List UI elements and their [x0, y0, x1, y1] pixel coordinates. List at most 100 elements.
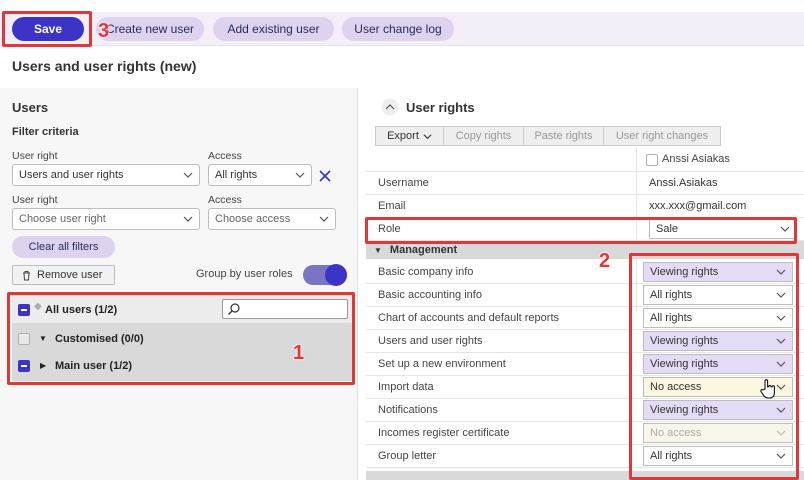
- user-select-checkbox[interactable]: [646, 154, 658, 166]
- chevron-down-icon: [780, 226, 790, 232]
- checkbox[interactable]: [18, 333, 30, 345]
- create-user-button[interactable]: Create new user: [96, 17, 204, 41]
- right-row: Basic company info Viewing rights: [366, 261, 804, 284]
- user-right-label-2: User right: [12, 194, 58, 206]
- chevron-down-icon: [295, 172, 305, 178]
- user-change-log-button[interactable]: User change log: [342, 17, 454, 41]
- chevron-down-icon: [776, 292, 786, 298]
- remove-user-button[interactable]: Remove user: [12, 265, 115, 285]
- right-value: Viewing rights: [650, 404, 719, 416]
- group-by-toggle[interactable]: [303, 264, 347, 286]
- chevron-down-icon: [776, 361, 786, 367]
- role-select[interactable]: Sale: [649, 219, 797, 239]
- chevron-down-icon: [183, 216, 193, 222]
- checkbox[interactable]: [18, 304, 30, 316]
- access-value: All rights: [215, 169, 258, 181]
- section-management[interactable]: ▼ Management: [366, 241, 804, 259]
- collapse-chevron-icon[interactable]: [381, 98, 399, 116]
- tree-dot-icon: ◆: [34, 301, 42, 312]
- access-select[interactable]: All rights: [208, 164, 312, 186]
- page-title: Users and user rights (new): [12, 58, 197, 74]
- field-value: Anssi.Asiakas: [649, 177, 718, 189]
- annotation-2: 2: [599, 250, 611, 272]
- tab-copy-rights[interactable]: Copy rights: [444, 127, 524, 145]
- user-right-label: User right: [12, 150, 58, 162]
- annotation-1: 1: [293, 342, 305, 364]
- collapse-icon[interactable]: ▼: [39, 334, 47, 343]
- right-select[interactable]: Viewing rights: [643, 331, 793, 351]
- right-row: Group letter All rights: [366, 445, 804, 468]
- chevron-down-icon: [776, 384, 786, 390]
- access-label-2: Access: [208, 194, 242, 206]
- chevron-down-icon: [776, 338, 786, 344]
- user-right-placeholder: Choose user right: [19, 213, 106, 225]
- search-icon: [228, 303, 240, 315]
- right-row: Incomes register certificate No access: [366, 422, 804, 445]
- right-value: No access: [650, 381, 702, 393]
- section-label: Management: [389, 244, 458, 256]
- right-value: All rights: [650, 312, 693, 324]
- role-value: Sale: [656, 223, 679, 235]
- clear-all-filters-button[interactable]: Clear all filters: [12, 236, 115, 258]
- right-select[interactable]: Viewing rights: [643, 400, 793, 420]
- right-select[interactable]: No access: [643, 423, 793, 443]
- chevron-down-icon: [776, 453, 786, 459]
- tree-label: All users (1/2): [45, 303, 118, 316]
- chevron-down-icon: [319, 216, 329, 222]
- clear-filter-icon[interactable]: [318, 169, 332, 183]
- tree-row-all-users[interactable]: ◆ All users (1/2): [12, 296, 352, 323]
- right-row: Chart of accounts and default reports Al…: [366, 307, 804, 330]
- right-select[interactable]: Viewing rights: [643, 262, 793, 282]
- expand-icon[interactable]: ▶: [40, 361, 46, 370]
- right-row: Basic accounting info All rights: [366, 284, 804, 307]
- right-key: Group letter: [378, 450, 437, 462]
- right-select[interactable]: All rights: [643, 308, 793, 328]
- next-section-bar: [366, 471, 804, 480]
- tab-export[interactable]: Export: [376, 127, 444, 145]
- right-value: All rights: [650, 450, 693, 462]
- access-select-2[interactable]: Choose access: [208, 208, 336, 230]
- tab-user-right-changes[interactable]: User right changes: [604, 127, 720, 145]
- right-key: Incomes register certificate: [378, 427, 510, 439]
- field-value: xxx.xxx@gmail.com: [649, 200, 747, 212]
- right-value: All rights: [650, 289, 693, 301]
- right-select[interactable]: All rights: [643, 285, 793, 305]
- field-key: Role: [378, 223, 401, 235]
- user-right-select-2[interactable]: Choose user right: [12, 208, 200, 230]
- right-row: Users and user rights Viewing rights: [366, 330, 804, 353]
- filter-criteria-label: Filter criteria: [12, 126, 79, 138]
- right-select[interactable]: All rights: [643, 446, 793, 466]
- toolbar: Save Create new user Add existing user U…: [0, 12, 804, 46]
- right-key: Chart of accounts and default reports: [378, 312, 559, 324]
- add-existing-user-button[interactable]: Add existing user: [213, 17, 334, 41]
- users-panel: Users Filter criteria User right Access …: [0, 88, 358, 480]
- chevron-down-icon: [183, 172, 193, 178]
- checkbox[interactable]: [18, 360, 30, 372]
- chevron-down-icon: [776, 315, 786, 321]
- right-value: Viewing rights: [650, 335, 719, 347]
- right-value: Viewing rights: [650, 358, 719, 370]
- field-row-username: Username Anssi.Asiakas: [366, 172, 804, 195]
- chevron-down-icon: [423, 133, 432, 139]
- group-by-label: Group by user roles: [196, 268, 293, 280]
- field-row-email: Email xxx.xxx@gmail.com: [366, 195, 804, 218]
- tab-paste-rights[interactable]: Paste rights: [524, 127, 604, 145]
- user-name-header: Anssi Asiakas: [662, 153, 730, 165]
- save-button[interactable]: Save: [12, 17, 84, 41]
- chevron-down-icon: [776, 430, 786, 436]
- remove-user-label: Remove user: [37, 269, 103, 281]
- tab-bar: Export Copy rights Paste rights User rig…: [375, 126, 721, 146]
- user-right-select[interactable]: Users and user rights: [12, 164, 200, 186]
- annotation-3: 3: [98, 20, 110, 42]
- user-right-value: Users and user rights: [19, 169, 124, 181]
- tree-label: Customised (0/0): [55, 332, 144, 345]
- right-key: Import data: [378, 381, 434, 393]
- right-select[interactable]: Viewing rights: [643, 354, 793, 374]
- chevron-down-icon: [776, 269, 786, 275]
- user-rights-title: User rights: [406, 100, 475, 115]
- right-value: Viewing rights: [650, 266, 719, 278]
- tree-search-input[interactable]: [222, 299, 348, 319]
- trash-icon: [23, 270, 30, 280]
- chevron-down-icon: [776, 407, 786, 413]
- field-key: Username: [378, 177, 429, 189]
